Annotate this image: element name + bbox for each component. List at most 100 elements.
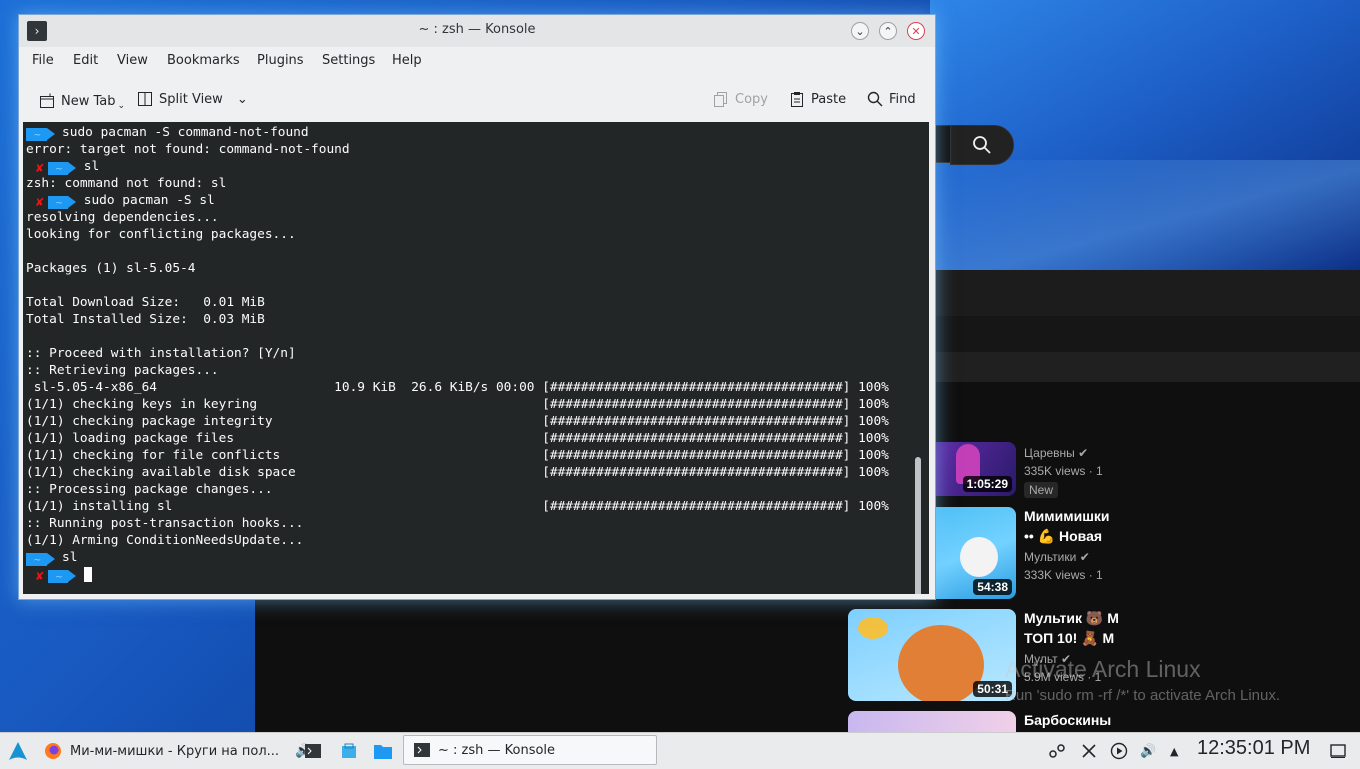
application-launcher[interactable]: [8, 733, 28, 769]
terminal-text: (1/1) checking keys in keyring [########…: [26, 397, 889, 412]
text-cursor: [83, 567, 92, 582]
maximize-button[interactable]: ⌃: [879, 22, 897, 40]
channel-name: Царевны: [1024, 446, 1075, 460]
menu-bookmarks[interactable]: Bookmarks: [167, 53, 240, 68]
activation-watermark: Activate Arch Linux Run 'sudo rm -rf /*'…: [1005, 656, 1280, 704]
search-icon: [973, 136, 991, 154]
find-button[interactable]: Find: [867, 91, 916, 107]
tray-expand-icon[interactable]: ▲: [1170, 733, 1178, 769]
taskbar: Ми-ми-мишки - Круги на пол... 🔊 ~ : zsh …: [0, 732, 1360, 769]
chevron-down-icon[interactable]: ⌄: [237, 92, 248, 107]
terminal-line: ~ sl: [26, 549, 77, 566]
window-title: ~ : zsh — Konsole: [418, 22, 536, 37]
task-discover[interactable]: [341, 733, 357, 769]
menu-view[interactable]: View: [117, 53, 148, 68]
task-file-manager[interactable]: [374, 733, 392, 769]
terminal-text: (1/1) checking package integrity [######…: [26, 414, 889, 429]
terminal-text: :: Running post-transaction hooks...: [26, 516, 304, 531]
video-title-line2: ТОП 10! 🧸 М: [1024, 630, 1115, 646]
video-thumbnail[interactable]: 50:31: [848, 609, 1016, 701]
dropdown-arrow-icon: ⌄: [117, 101, 126, 111]
new-badge: New: [1024, 482, 1059, 498]
terminal-line: (1/1) Arming ConditionNeedsUpdate...: [26, 532, 303, 549]
find-label: Find: [889, 91, 916, 107]
terminal-text: Packages (1) sl-5.05-4: [26, 261, 196, 276]
split-view-button[interactable]: Split View ⌄: [137, 91, 248, 107]
video-duration: 1:05:29: [962, 476, 1012, 492]
terminal-line: :: Running post-transaction hooks...: [26, 515, 303, 532]
terminal-line: (1/1) checking for file conflicts [#####…: [26, 447, 889, 464]
shell-prompt: ✘ ~: [26, 568, 76, 585]
clipboard-icon[interactable]: [1080, 733, 1098, 769]
menu-file[interactable]: File: [32, 53, 54, 68]
terminal-text: resolving dependencies...: [26, 210, 219, 225]
copy-button[interactable]: Copy: [713, 91, 768, 107]
close-icon: ✕: [911, 24, 921, 38]
terminal-text: (1/1) Arming ConditionNeedsUpdate...: [26, 533, 304, 548]
prompt-directory: ~: [26, 553, 55, 566]
task-terminal-launcher[interactable]: [305, 733, 321, 769]
paste-button[interactable]: Paste: [789, 91, 846, 107]
volume-icon[interactable]: 🔊: [1140, 733, 1156, 769]
watermark-subtitle: Run 'sudo rm -rf /*' to activate Arch Li…: [1005, 687, 1281, 704]
terminal-line: :: Retrieving packages...: [26, 362, 219, 379]
task-firefox[interactable]: Ми-ми-мишки - Круги на пол... 🔊: [44, 733, 311, 769]
terminal-text: sl: [62, 550, 78, 565]
window-titlebar[interactable]: › ~ : zsh — Konsole ⌄ ⌃ ✕: [19, 15, 935, 47]
prompt-directory: ~: [47, 162, 76, 175]
terminal-line: Total Download Size: 0.01 MiB: [26, 294, 265, 311]
chevron-up-icon: ⌃: [883, 24, 893, 38]
task-konsole[interactable]: ~ : zsh — Konsole: [403, 735, 657, 765]
terminal-text: Total Installed Size: 0.03 MiB: [26, 312, 265, 327]
video-duration: 54:38: [973, 579, 1012, 595]
menu-plugins[interactable]: Plugins: [257, 53, 304, 68]
video-info[interactable]: Барбоскины: [1024, 710, 1111, 730]
terminal-scrollbar[interactable]: [915, 457, 921, 594]
youtube-search-button[interactable]: [950, 125, 1014, 165]
terminal-line: looking for conflicting packages...: [26, 226, 296, 243]
terminal-line: sl-5.05-4-x86_64 10.9 KiB 26.6 KiB/s 00:…: [26, 379, 889, 396]
clock[interactable]: 12:35:01 PM: [1197, 737, 1310, 760]
error-status-icon: ✘: [26, 568, 48, 585]
terminal-text: error: target not found: command-not-fou…: [26, 142, 350, 157]
close-button[interactable]: ✕: [907, 22, 925, 40]
verified-icon: ✔: [1079, 550, 1090, 564]
minimize-button[interactable]: ⌄: [851, 22, 869, 40]
video-info[interactable]: Царевны ✔ 335K views · 1 New: [1024, 444, 1103, 498]
terminal-line: zsh: command not found: sl: [26, 175, 226, 192]
split-view-icon: [138, 92, 152, 106]
arch-logo-icon: [9, 742, 27, 760]
shell-prompt: ~: [26, 551, 55, 566]
video-title: Мимимишки: [1024, 508, 1110, 524]
terminal-text: sl-5.05-4-x86_64 10.9 KiB 26.6 KiB/s 00:…: [26, 380, 889, 395]
folder-icon: [374, 745, 392, 759]
channel-name: Мультики: [1024, 550, 1077, 564]
terminal-line: ✘ ~ sudo pacman -S sl: [26, 192, 215, 211]
terminal-text: :: Retrieving packages...: [26, 363, 219, 378]
video-title: Мультик 🐻 М: [1024, 610, 1119, 626]
terminal-line: (1/1) checking package integrity [######…: [26, 413, 889, 430]
video-info[interactable]: Мимимишки •• 💪 Новая Мультики ✔ 333K vie…: [1024, 506, 1109, 584]
konsole-window: › ~ : zsh — Konsole ⌄ ⌃ ✕ File Edit View…: [18, 14, 936, 600]
kde-connect-icon[interactable]: [1048, 733, 1066, 769]
menu-help[interactable]: Help: [392, 53, 422, 68]
new-tab-button[interactable]: New Tab ⌄: [39, 91, 125, 111]
video-title-line2: •• 💪 Новая: [1024, 528, 1103, 544]
copy-label: Copy: [735, 91, 768, 107]
video-thumbnail[interactable]: [848, 711, 1016, 732]
menu-settings[interactable]: Settings: [322, 53, 375, 68]
store-icon: [342, 743, 356, 758]
media-player-icon[interactable]: [1110, 733, 1128, 769]
terminal-output[interactable]: ~ sudo pacman -S command-not-found error:…: [23, 122, 929, 594]
terminal-text: :: Proceed with installation? [Y/n]: [26, 346, 296, 361]
terminal-text: (1/1) checking available disk space [###…: [26, 465, 889, 480]
terminal-text: sl: [83, 159, 100, 174]
terminal-line: ~ sudo pacman -S command-not-found: [26, 124, 309, 141]
terminal-text: (1/1) checking for file conflicts [#####…: [26, 448, 889, 463]
terminal-line: error: target not found: command-not-fou…: [26, 141, 350, 158]
shell-prompt: ✘ ~: [26, 194, 76, 211]
terminal-line: (1/1) loading package files [###########…: [26, 430, 889, 447]
terminal-icon: [305, 744, 321, 758]
menu-edit[interactable]: Edit: [73, 53, 98, 68]
show-desktop-icon[interactable]: [1330, 733, 1346, 769]
